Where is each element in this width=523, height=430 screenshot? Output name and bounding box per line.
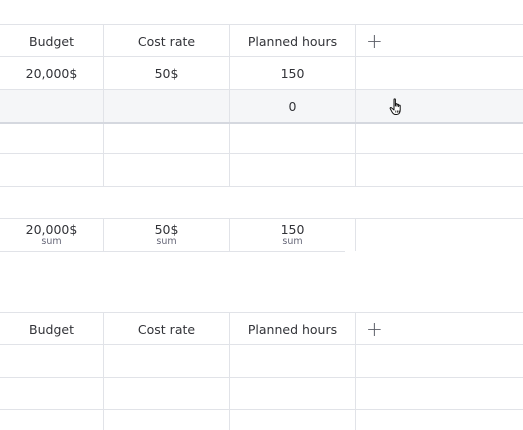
table-row[interactable] <box>0 378 523 410</box>
budget-cell[interactable] <box>0 410 104 430</box>
hand-pointer-icon <box>389 98 401 115</box>
sum-value: 50$ <box>154 222 179 238</box>
column-header-label: Planned hours <box>247 321 338 337</box>
planned-hours-cell[interactable] <box>230 154 356 186</box>
column-header-planned-hours[interactable]: Planned hours <box>230 25 356 57</box>
add-column-button[interactable]: + <box>356 313 523 345</box>
cell-value: 0 <box>288 98 297 114</box>
planned-hours-cell[interactable] <box>230 124 356 156</box>
table-row[interactable] <box>0 410 523 430</box>
budget-cell[interactable] <box>0 124 104 156</box>
empty-cell <box>356 154 523 186</box>
cost-rate-cell[interactable] <box>104 124 230 156</box>
cost-rate-sum[interactable]: 50$ sum <box>104 219 230 251</box>
empty-cell <box>356 410 523 430</box>
planned-hours-cell[interactable]: 150 <box>230 57 356 89</box>
table-row[interactable] <box>0 124 523 156</box>
table2-header-row: Budget Cost rate Planned hours + <box>0 313 523 345</box>
budget-cell[interactable] <box>0 154 104 186</box>
planned-hours-cell[interactable]: 0 <box>230 90 356 122</box>
table-row[interactable] <box>0 154 523 186</box>
column-header-label: Planned hours <box>247 33 338 49</box>
sum-label: sum <box>282 235 303 247</box>
column-header-cost-rate[interactable]: Cost rate <box>104 25 230 57</box>
divider <box>0 251 345 252</box>
empty-cell <box>356 378 523 410</box>
planned-hours-cell[interactable] <box>230 410 356 430</box>
cost-rate-cell[interactable] <box>104 410 230 430</box>
table-row-hovered[interactable]: 0 <box>0 90 523 122</box>
plus-icon: + <box>366 29 383 53</box>
empty-cell <box>356 219 523 251</box>
column-header-planned-hours[interactable]: Planned hours <box>230 313 356 345</box>
column-header-cost-rate[interactable]: Cost rate <box>104 313 230 345</box>
empty-cell <box>356 57 523 89</box>
cost-rate-cell[interactable] <box>104 90 230 122</box>
table1-header-row: Budget Cost rate Planned hours + <box>0 25 523 57</box>
empty-cell <box>356 345 523 377</box>
column-header-budget[interactable]: Budget <box>0 25 104 57</box>
planned-hours-cell[interactable] <box>230 345 356 377</box>
budget-cell[interactable] <box>0 378 104 410</box>
summary-row: 20,000$ sum 50$ sum 150 sum <box>0 219 523 251</box>
table-row[interactable]: 20,000$ 50$ 150 <box>0 57 523 89</box>
cell-value: 50$ <box>154 65 179 81</box>
plus-icon: + <box>366 317 383 341</box>
cell-value: 150 <box>280 65 305 81</box>
cost-rate-cell[interactable]: 50$ <box>104 57 230 89</box>
sum-label: sum <box>156 235 177 247</box>
cost-rate-cell[interactable] <box>104 154 230 186</box>
table-row[interactable] <box>0 345 523 377</box>
budget-sum[interactable]: 20,000$ sum <box>0 219 104 251</box>
cost-rate-cell[interactable] <box>104 378 230 410</box>
cost-rate-cell[interactable] <box>104 345 230 377</box>
budget-cell[interactable] <box>0 345 104 377</box>
column-header-label: Budget <box>29 321 74 337</box>
empty-cell <box>356 124 523 156</box>
add-column-button[interactable]: + <box>356 25 523 57</box>
sum-value: 20,000$ <box>25 222 78 238</box>
column-header-label: Cost rate <box>137 33 196 49</box>
cell-value: 20,000$ <box>25 65 78 81</box>
sum-label: sum <box>41 235 62 247</box>
budget-cell[interactable]: 20,000$ <box>0 57 104 89</box>
planned-hours-sum[interactable]: 150 sum <box>230 219 356 251</box>
column-header-label: Budget <box>29 33 74 49</box>
budget-cell[interactable] <box>0 90 104 122</box>
column-header-label: Cost rate <box>137 321 196 337</box>
empty-cell[interactable] <box>356 90 523 122</box>
planned-hours-cell[interactable] <box>230 378 356 410</box>
sum-value: 150 <box>280 222 305 238</box>
column-header-budget[interactable]: Budget <box>0 313 104 345</box>
divider <box>0 186 523 187</box>
